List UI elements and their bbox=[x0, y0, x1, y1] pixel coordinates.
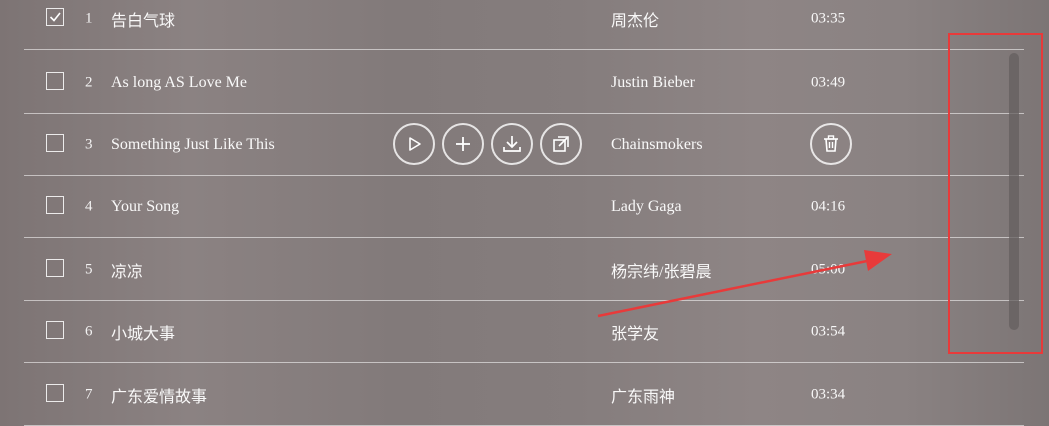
song-title[interactable]: As long AS Love Me bbox=[111, 74, 247, 92]
song-checkbox[interactable] bbox=[46, 320, 64, 339]
play-icon bbox=[409, 136, 421, 151]
song-number: 3 bbox=[85, 136, 93, 152]
song-title[interactable]: 小城大事 bbox=[111, 320, 175, 344]
song-artist[interactable]: Lady Gaga bbox=[611, 198, 682, 216]
song-artist[interactable]: Justin Bieber bbox=[611, 74, 695, 92]
add-icon bbox=[456, 136, 470, 151]
song-row-hovered[interactable]: 3 Something Just Like This Chainsmokers bbox=[24, 114, 1024, 176]
song-number: 4 bbox=[85, 198, 93, 214]
song-title[interactable]: Something Just Like This bbox=[111, 136, 275, 154]
song-row[interactable]: 4 Your Song Lady Gaga 04:16 bbox=[24, 176, 1024, 238]
song-duration: 05:00 bbox=[811, 261, 846, 277]
song-checkbox[interactable] bbox=[46, 133, 64, 152]
checkmark-icon bbox=[49, 12, 61, 22]
download-button[interactable] bbox=[491, 122, 533, 165]
song-row[interactable]: 6 小城大事 张学友 03:54 bbox=[24, 301, 1024, 363]
song-row[interactable]: 1 告白气球 周杰伦 03:35 bbox=[24, 0, 1024, 50]
song-checkbox[interactable] bbox=[46, 258, 64, 277]
song-number: 7 bbox=[85, 386, 93, 402]
song-duration: 04:16 bbox=[811, 198, 846, 214]
song-number: 2 bbox=[85, 74, 93, 90]
play-button[interactable] bbox=[393, 122, 435, 165]
song-list: 1 告白气球 周杰伦 03:35 2 As long AS Love Me Ju… bbox=[24, 0, 1024, 426]
song-number: 1 bbox=[85, 10, 93, 26]
song-checkbox[interactable] bbox=[46, 71, 64, 90]
song-title[interactable]: 告白气球 bbox=[111, 7, 175, 31]
song-artist[interactable]: 周杰伦 bbox=[611, 7, 659, 31]
song-duration: 03:35 bbox=[811, 10, 846, 26]
song-artist[interactable]: 张学友 bbox=[611, 320, 659, 344]
song-row[interactable]: 2 As long AS Love Me Justin Bieber 03:49 bbox=[24, 52, 1024, 114]
song-number: 5 bbox=[85, 261, 93, 277]
add-to-playlist-button[interactable] bbox=[442, 122, 484, 165]
song-duration: 03:34 bbox=[811, 386, 846, 402]
share-button[interactable] bbox=[540, 122, 582, 165]
song-checkbox[interactable] bbox=[46, 195, 64, 214]
song-number: 6 bbox=[85, 323, 93, 339]
trash-icon bbox=[824, 134, 838, 152]
download-icon bbox=[503, 135, 521, 152]
song-checkbox[interactable] bbox=[46, 7, 64, 26]
song-row[interactable]: 5 凉凉 杨宗纬/张碧晨 05:00 bbox=[24, 239, 1024, 301]
song-title[interactable]: 凉凉 bbox=[111, 258, 143, 282]
delete-button[interactable] bbox=[810, 122, 852, 165]
song-artist[interactable]: 广东雨神 bbox=[611, 383, 675, 407]
song-duration: 03:54 bbox=[811, 323, 846, 339]
song-artist[interactable]: 杨宗纬/张碧晨 bbox=[611, 258, 711, 282]
song-artist[interactable]: Chainsmokers bbox=[611, 136, 703, 154]
song-title[interactable]: Your Song bbox=[111, 198, 179, 216]
song-row[interactable]: 7 广东爱情故事 广东雨神 03:34 bbox=[24, 364, 1024, 426]
share-icon bbox=[553, 135, 569, 152]
song-checkbox[interactable] bbox=[46, 383, 64, 402]
annotation-highlight-box bbox=[948, 33, 1043, 354]
song-title[interactable]: 广东爱情故事 bbox=[111, 383, 207, 407]
song-duration: 03:49 bbox=[811, 74, 846, 90]
